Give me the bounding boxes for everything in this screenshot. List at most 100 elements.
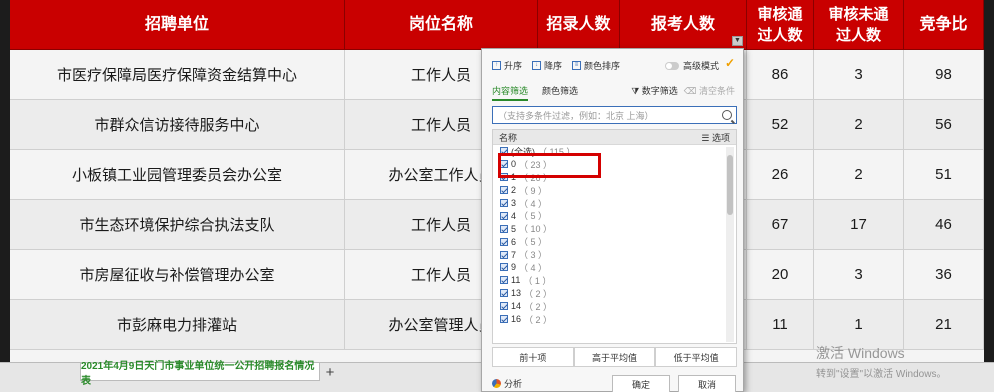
item-label: 11	[511, 275, 521, 286]
item-label: 7	[511, 249, 517, 260]
tab-color-filter[interactable]: 颜色筛选	[542, 84, 578, 101]
checkbox-checked-icon[interactable]	[500, 186, 508, 195]
cell-ratio[interactable]: 51	[904, 150, 984, 200]
cell-rejected[interactable]: 2	[814, 150, 904, 200]
options-button[interactable]: ☰ 选项	[701, 131, 730, 144]
header-post[interactable]: 岗位名称	[345, 0, 538, 50]
top10-button[interactable]: 前十项	[492, 347, 574, 367]
list-item[interactable]: 9 （ 4 ）	[493, 261, 736, 274]
cell-ratio[interactable]: 98	[904, 50, 984, 100]
cell-rejected[interactable]: 2	[814, 100, 904, 150]
header-recruit-label: 招录人数	[546, 16, 611, 33]
checkbox-checked-icon[interactable]	[500, 237, 508, 246]
options-label: 选项	[711, 132, 730, 143]
header-recruit[interactable]: 招录人数	[538, 0, 620, 50]
checkbox-checked-icon[interactable]	[500, 276, 508, 285]
cell-ratio[interactable]: 46	[904, 200, 984, 250]
below-average-button[interactable]: 低于平均值	[655, 347, 738, 367]
filter-search-input[interactable]: （支持多条件过滤，例如：北京 上海）	[492, 106, 737, 124]
color-sort-button[interactable]: ≡ 颜色排序	[572, 59, 620, 72]
item-label: 3	[511, 198, 517, 208]
advanced-mode-label: 高级模式	[682, 61, 719, 71]
analysis-button[interactable]: 分析	[492, 377, 522, 390]
item-count: （ 2 ）	[524, 314, 553, 325]
add-sheet-button[interactable]: +	[322, 363, 338, 381]
cell-unit[interactable]: 市生态环境保护综合执法支队	[10, 200, 345, 250]
cell-ratio[interactable]: 36	[904, 250, 984, 300]
cancel-button[interactable]: 取消	[678, 375, 736, 392]
clear-filter-button[interactable]: ⌫ 清空条件	[684, 84, 735, 97]
list-item[interactable]: 11 （ 1 ）	[493, 274, 736, 287]
cell-unit[interactable]: 市医疗保障局医疗保障资金结算中心	[10, 50, 345, 100]
list-item[interactable]: 13 （ 2 ）	[493, 287, 736, 300]
sort-asc-icon: ↑	[492, 60, 501, 70]
list-scrollbar[interactable]	[726, 147, 734, 342]
header-approved[interactable]: 审核通过人数	[747, 0, 814, 50]
cell-unit[interactable]: 小板镇工业园管理委员会办公室	[10, 150, 345, 200]
header-post-label: 岗位名称	[408, 16, 473, 33]
cell-unit[interactable]: 市群众信访接待服务中心	[10, 100, 345, 150]
filter-dropdown-icon[interactable]: ▼	[732, 36, 743, 46]
filter-popup: ↑ 升序 ↓ 降序 ≡ 颜色排序 高级模式 ✓ 内容筛选 颜色筛选 ⧩ 数字筛选 ⌫ …	[481, 48, 744, 392]
cell-rejected[interactable]: 17	[814, 200, 904, 250]
cell-approved[interactable]: 26	[747, 150, 814, 200]
header-ratio[interactable]: 竞争比	[904, 0, 984, 50]
list-item[interactable]: 7 （ 3 ）	[493, 248, 736, 261]
above-average-button[interactable]: 高于平均值	[573, 347, 656, 367]
toggle-switch-icon	[664, 61, 679, 70]
cell-approved[interactable]: 11	[747, 300, 814, 350]
cell-approved[interactable]: 86	[747, 50, 814, 100]
header-apply[interactable]: 报考人数 ▼	[620, 0, 747, 50]
list-item[interactable]: 5 （ 10 ）	[493, 222, 736, 235]
list-item[interactable]: 14 （ 2 ）	[493, 300, 736, 313]
sort-toolbar: ↑ 升序 ↓ 降序 ≡ 颜色排序	[492, 57, 620, 73]
checkbox-checked-icon[interactable]	[500, 302, 508, 311]
checkbox-checked-icon[interactable]	[500, 263, 508, 272]
item-count: （ 4 ）	[519, 262, 548, 273]
checkbox-checked-icon[interactable]	[500, 289, 508, 298]
quick-filter-row: 前十项 高于平均值 低于平均值	[492, 347, 738, 367]
search-placeholder: （支持多条件过滤，例如：北京 上海）	[498, 110, 654, 121]
list-item[interactable]: 3 （ 4 ）	[493, 197, 736, 210]
item-count: （ 5 ）	[519, 237, 548, 248]
sort-asc-button[interactable]: ↑ 升序	[492, 59, 522, 72]
cell-approved[interactable]: 67	[747, 200, 814, 250]
checkbox-checked-icon[interactable]	[500, 199, 508, 207]
sort-desc-button[interactable]: ↓ 降序	[532, 59, 562, 72]
search-icon[interactable]	[722, 110, 732, 120]
item-count: （ 2 ）	[524, 288, 553, 299]
item-label: 5	[511, 223, 517, 234]
cell-approved[interactable]: 52	[747, 100, 814, 150]
scrollbar-thumb[interactable]	[727, 155, 733, 215]
cell-rejected[interactable]: 3	[814, 250, 904, 300]
item-label: 14	[511, 301, 522, 312]
checkbox-checked-icon[interactable]	[500, 315, 508, 324]
checkbox-checked-icon[interactable]	[500, 250, 508, 259]
list-item[interactable]: 16 （ 2 ）	[493, 313, 736, 326]
list-header-name: 名称	[499, 132, 518, 143]
cell-rejected[interactable]: 3	[814, 50, 904, 100]
filter-tools: ⧩ 数字筛选 ⌫ 清空条件	[631, 84, 735, 97]
list-item[interactable]: 4 （ 5 ）	[493, 209, 736, 222]
cell-unit[interactable]: 市房屋征收与补偿管理办公室	[10, 250, 345, 300]
header-apply-label: 报考人数	[650, 16, 715, 33]
cell-unit[interactable]: 市彭麻电力排灌站	[10, 300, 345, 350]
sheet-tab[interactable]: 2021年4月9日天门市事业单位统一公开招聘报名情况表	[80, 361, 320, 387]
item-count: （ 4 ）	[519, 198, 548, 209]
sort-desc-label: 降序	[544, 60, 563, 71]
list-item[interactable]: 6 （ 5 ）	[493, 235, 736, 248]
ok-button[interactable]: 确定	[612, 375, 670, 392]
number-filter-button[interactable]: ⧩ 数字筛选	[631, 84, 678, 97]
checkbox-checked-icon[interactable]	[500, 211, 508, 220]
header-unit[interactable]: 招聘单位	[10, 0, 345, 50]
item-label: 16	[511, 314, 522, 325]
analysis-label: 分析	[504, 378, 523, 389]
checkbox-checked-icon[interactable]	[500, 224, 508, 233]
item-label: 2	[511, 185, 517, 196]
cell-approved[interactable]: 20	[747, 250, 814, 300]
header-rejected[interactable]: 审核未通过人数	[814, 0, 904, 50]
cell-ratio[interactable]: 56	[904, 100, 984, 150]
tab-content-filter[interactable]: 内容筛选	[492, 84, 529, 101]
advanced-mode-toggle[interactable]: 高级模式	[664, 59, 719, 72]
list-item[interactable]: 2 （ 9 ）	[493, 184, 736, 197]
